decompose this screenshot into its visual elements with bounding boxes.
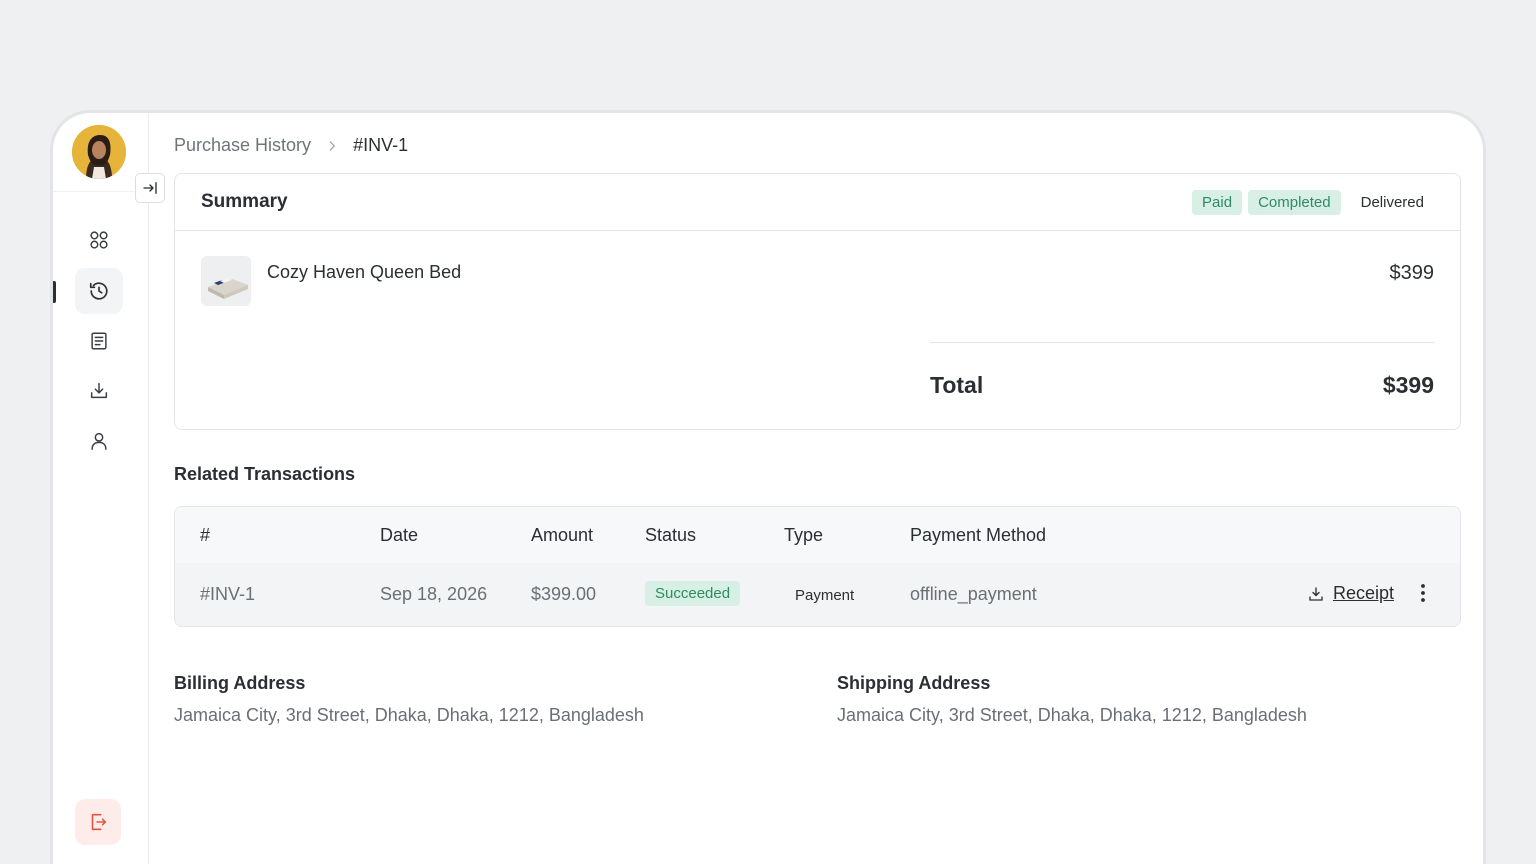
- app-window: Purchase History #INV-1 Summary Paid Com…: [50, 110, 1486, 864]
- billing-address-title: Billing Address: [174, 673, 306, 693]
- sidebar-item-dashboard[interactable]: [75, 217, 123, 263]
- column-header-date: Date: [380, 525, 419, 545]
- order-item: Cozy Haven Queen Bed $399: [201, 256, 1434, 308]
- status-badges: Paid Completed Delivered: [1192, 189, 1434, 215]
- summary-title: Summary: [201, 191, 288, 212]
- summary-card: Summary Paid Completed Delivered Cozy Ha…: [174, 173, 1461, 430]
- shipping-address-title: Shipping Address: [837, 673, 991, 693]
- breadcrumb: Purchase History #INV-1: [174, 135, 408, 156]
- transactions-table: # Date Amount Status Type Payment Method…: [174, 506, 1461, 627]
- paid-badge: Paid: [1192, 189, 1243, 215]
- history-icon: [89, 282, 108, 300]
- collapse-arrow-icon: [143, 182, 157, 194]
- total-label: Total: [930, 372, 984, 398]
- status-badge: Succeeded: [645, 581, 741, 606]
- sidebar-item-profile[interactable]: [75, 418, 123, 464]
- more-vertical-icon: [1421, 584, 1425, 602]
- billing-address: Jamaica City, 3rd Street, Dhaka, Dhaka, …: [174, 705, 644, 725]
- download-icon: [90, 382, 108, 399]
- shipping-address: Jamaica City, 3rd Street, Dhaka, Dhaka, …: [837, 705, 1307, 725]
- payment-method: offline_payment: [910, 584, 1037, 604]
- sidebar-item-documents[interactable]: [75, 318, 123, 364]
- column-header-number: #: [200, 525, 211, 545]
- total-divider: [930, 342, 1434, 343]
- transaction-type: Payment: [795, 587, 855, 604]
- delivery-status: Delivered: [1360, 193, 1424, 211]
- avatar[interactable]: [72, 125, 126, 179]
- breadcrumb-parent[interactable]: Purchase History: [174, 135, 311, 156]
- sidebar-item-downloads[interactable]: [75, 368, 123, 414]
- user-icon: [91, 432, 107, 450]
- item-name: Cozy Haven Queen Bed: [267, 262, 462, 282]
- logout-icon: [91, 813, 107, 831]
- receipt-download-link[interactable]: Receipt: [1307, 583, 1394, 604]
- download-icon: [1309, 586, 1323, 601]
- transaction-amount: $399.00: [531, 584, 597, 604]
- sidebar: [53, 113, 149, 864]
- document-icon: [91, 332, 107, 350]
- transaction-id: #INV-1: [200, 584, 256, 604]
- table-row: #INV-1 Sep 18, 2026 $399.00 Succeeded Pa…: [175, 563, 1460, 626]
- avatar-image: [72, 125, 126, 179]
- row-actions-menu-button[interactable]: [1413, 579, 1433, 607]
- summary-header: Summary Paid Completed Delivered: [175, 174, 1460, 231]
- active-nav-indicator: [53, 281, 56, 303]
- column-header-amount: Amount: [531, 525, 594, 545]
- column-header-status: Status: [645, 525, 697, 545]
- logout-button[interactable]: [75, 799, 121, 845]
- receipt-label: Receipt: [1333, 583, 1395, 603]
- column-header-payment-method: Payment Method: [910, 525, 1047, 545]
- chevron-right-icon: [325, 139, 339, 153]
- transaction-date: Sep 18, 2026: [380, 584, 488, 604]
- sidebar-collapse-button[interactable]: [135, 173, 165, 203]
- related-transactions-title: Related Transactions: [174, 464, 356, 484]
- table-header: # Date Amount Status Type Payment Method: [175, 507, 1460, 563]
- total-value: $399: [1382, 372, 1434, 398]
- column-header-type: Type: [784, 525, 824, 545]
- main-content: Purchase History #INV-1 Summary Paid Com…: [174, 113, 1461, 864]
- completed-badge: Completed: [1248, 189, 1341, 215]
- item-price: $399: [1389, 262, 1435, 284]
- bed-thumbnail: [201, 256, 251, 306]
- sidebar-item-history[interactable]: [75, 268, 123, 314]
- dashboard-icon: [90, 231, 108, 249]
- breadcrumb-current: #INV-1: [353, 135, 409, 155]
